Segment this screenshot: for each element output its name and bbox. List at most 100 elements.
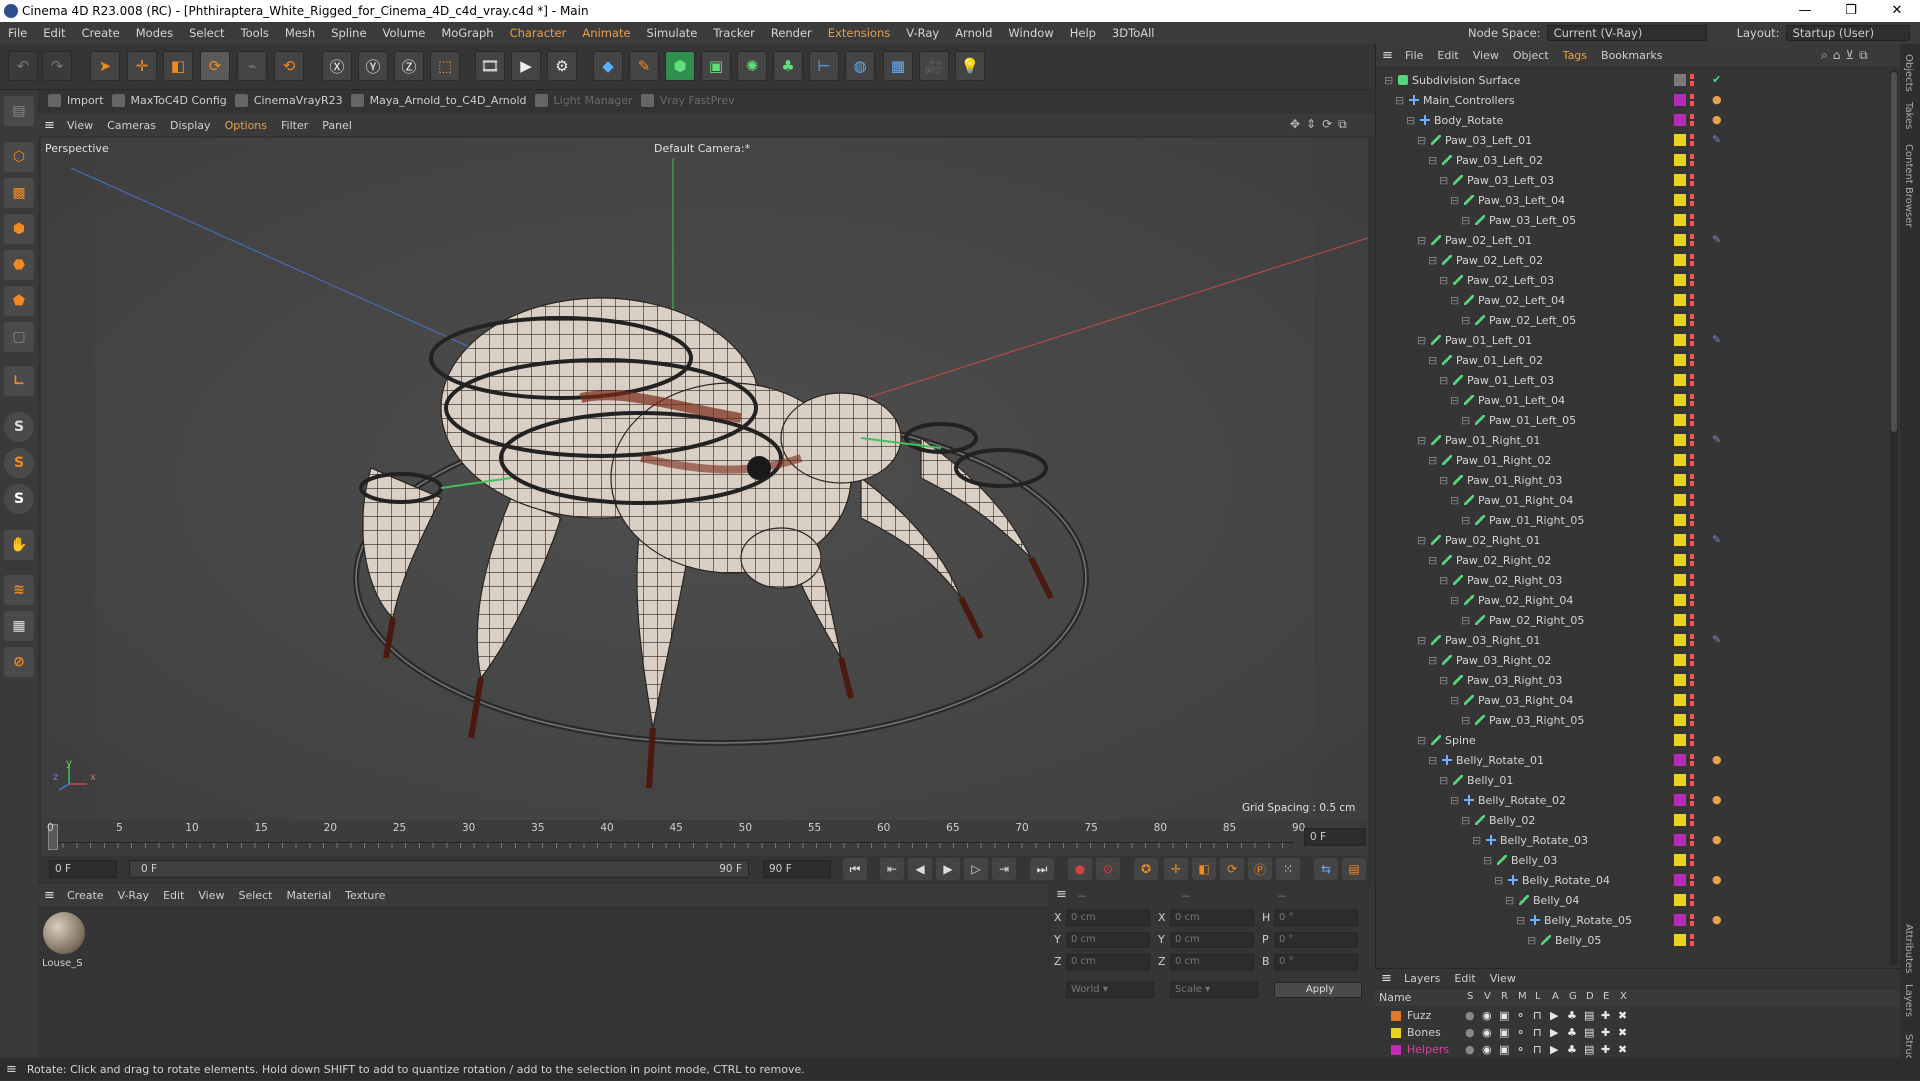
plugin-import[interactable]: Import <box>48 93 104 107</box>
layer-flag-toggle-icon[interactable]: ⚬ <box>1516 1043 1525 1056</box>
menu-volume[interactable]: Volume <box>375 26 434 40</box>
object-menu-object[interactable]: Object <box>1506 49 1556 62</box>
layer-color-swatch[interactable] <box>1674 374 1686 386</box>
object-name[interactable]: Belly_05 <box>1555 934 1601 947</box>
menu-create[interactable]: Create <box>74 26 128 40</box>
object-name[interactable]: Paw_03_Right_05 <box>1489 714 1584 727</box>
object-row[interactable]: ⊟ Paw_02_Left_05 <box>1376 310 1886 330</box>
layer-flag-toggle-icon[interactable]: ◉ <box>1482 1009 1492 1022</box>
key-pla-icon[interactable]: ⁙ <box>1276 858 1300 880</box>
object-menu-tags[interactable]: Tags <box>1556 49 1594 62</box>
expand-toggle-icon[interactable]: ⊟ <box>1527 934 1536 947</box>
object-name[interactable]: Belly_Rotate_05 <box>1544 914 1632 927</box>
layer-color-swatch[interactable] <box>1674 634 1686 646</box>
object-row[interactable]: ⊟ Paw_01_Right_05 <box>1376 510 1886 530</box>
visibility-dots-icon[interactable] <box>1690 574 1694 586</box>
object-name[interactable]: Paw_02_Left_04 <box>1478 294 1565 307</box>
extrude-generator-icon[interactable]: ▣ <box>701 51 731 81</box>
z-axis-lock-icon[interactable]: Ⓩ <box>394 51 424 81</box>
object-row[interactable]: ⊟ Belly_05 <box>1376 930 1886 950</box>
layer-menu-layers[interactable]: Layers <box>1397 972 1447 985</box>
coord-rotation-field[interactable]: 0 ° <box>1274 910 1358 926</box>
object-row[interactable]: ⊟ Paw_02_Left_03 <box>1376 270 1886 290</box>
visibility-dots-icon[interactable] <box>1690 94 1694 106</box>
object-row[interactable]: ⊟ Paw_02_Right_04 <box>1376 590 1886 610</box>
autokey-icon[interactable]: ⊙ <box>1096 858 1120 880</box>
motion-system-icon[interactable]: ⇆ <box>1314 858 1338 880</box>
edges-mode-icon[interactable]: ⬣ <box>4 250 34 280</box>
subdivision-surface-icon[interactable]: ⬢ <box>665 51 695 81</box>
object-row[interactable]: ⊟ Belly_Rotate_05 ● <box>1376 910 1886 930</box>
object-name[interactable]: Paw_01_Right_04 <box>1478 494 1573 507</box>
coord-size-field[interactable]: 0 cm <box>1170 910 1254 926</box>
viewport-projection-label[interactable]: Perspective <box>45 142 109 155</box>
object-row[interactable]: ⊟ Paw_01_Right_02 <box>1376 450 1886 470</box>
visibility-dots-icon[interactable] <box>1690 374 1694 386</box>
layer-color-swatch[interactable] <box>1674 714 1686 726</box>
layer-name[interactable]: Helpers <box>1407 1043 1449 1056</box>
layer-color-swatch[interactable] <box>1674 434 1686 446</box>
object-name[interactable]: Paw_03_Right_03 <box>1467 674 1562 687</box>
layer-color-swatch[interactable] <box>1674 394 1686 406</box>
visibility-dots-icon[interactable] <box>1690 474 1694 486</box>
object-name[interactable]: Paw_02_Right_04 <box>1478 594 1573 607</box>
tweak-mode-icon[interactable]: ✋ <box>4 530 34 560</box>
object-row[interactable]: ⊟ Spine <box>1376 730 1886 750</box>
menu-simulate[interactable]: Simulate <box>639 26 706 40</box>
visibility-dots-icon[interactable] <box>1690 154 1694 166</box>
apply-button[interactable]: Apply <box>1274 982 1362 998</box>
expand-toggle-icon[interactable]: ⊟ <box>1439 574 1448 587</box>
layer-color-swatch[interactable] <box>1674 154 1686 166</box>
layer-color-swatch[interactable] <box>1674 214 1686 226</box>
check-tag-icon[interactable]: ✔ <box>1712 73 1721 86</box>
layer-color-swatch[interactable] <box>1674 274 1686 286</box>
layer-name[interactable]: Fuzz <box>1407 1009 1431 1022</box>
minimize-button[interactable]: — <box>1782 0 1828 22</box>
next-key-icon[interactable]: ⇥ <box>992 858 1016 880</box>
object-name[interactable]: Belly_Rotate_01 <box>1456 754 1544 767</box>
visibility-dots-icon[interactable] <box>1690 114 1694 126</box>
object-row[interactable]: ⊟ Belly_04 <box>1376 890 1886 910</box>
layer-color-swatch[interactable] <box>1674 614 1686 626</box>
layer-flag-toggle-icon[interactable]: ▶ <box>1550 1009 1558 1022</box>
layer-flag-toggle-icon[interactable]: ▶ <box>1550 1043 1558 1056</box>
expand-toggle-icon[interactable]: ⊟ <box>1450 594 1459 607</box>
layer-flag-toggle-icon[interactable]: ▤ <box>1584 1009 1594 1022</box>
expand-toggle-icon[interactable]: ⊟ <box>1472 834 1481 847</box>
menu-render[interactable]: Render <box>763 26 820 40</box>
layer-menu-view[interactable]: View <box>1483 972 1523 985</box>
visibility-dots-icon[interactable] <box>1690 594 1694 606</box>
layer-row[interactable]: Fuzz ● ◉ ▣ ⚬ ⊓ ▶ ♣ ▤ ✚ ✖ <box>1375 1008 1895 1025</box>
layer-color-swatch[interactable] <box>1674 574 1686 586</box>
coord-position-field[interactable]: 0 cm <box>1066 954 1150 970</box>
layer-flag-toggle-icon[interactable]: ▤ <box>1584 1026 1594 1039</box>
layer-color-swatch[interactable] <box>1674 254 1686 266</box>
expand-toggle-icon[interactable]: ⊟ <box>1461 414 1470 427</box>
material-menu-edit[interactable]: Edit <box>156 889 191 902</box>
cube-icon[interactable]: ◆ <box>593 51 623 81</box>
menu-tools[interactable]: Tools <box>233 26 277 40</box>
layer-flag-toggle-icon[interactable]: ▣ <box>1499 1009 1509 1022</box>
layer-color-swatch[interactable] <box>1674 734 1686 746</box>
visibility-dots-icon[interactable] <box>1690 654 1694 666</box>
protection-tag-icon[interactable]: ● <box>1712 873 1722 886</box>
object-menu-file[interactable]: File <box>1398 49 1430 62</box>
end-frame-field[interactable]: 90 F <box>763 860 831 878</box>
object-name[interactable]: Belly_04 <box>1533 894 1579 907</box>
expand-toggle-icon[interactable]: ⊟ <box>1428 454 1437 467</box>
object-name[interactable]: Paw_01_Right_01 <box>1445 434 1540 447</box>
menu-spline[interactable]: Spline <box>323 26 374 40</box>
object-row[interactable]: ⊟ Paw_02_Right_05 <box>1376 610 1886 630</box>
object-row[interactable]: ⊟ Paw_01_Left_01 ✎ <box>1376 330 1886 350</box>
array-icon[interactable]: ✺ <box>737 51 767 81</box>
layer-color-swatch[interactable] <box>1674 234 1686 246</box>
scrollbar-thumb[interactable] <box>1891 72 1897 432</box>
key-position-icon[interactable]: ✛ <box>1164 858 1188 880</box>
layer-color-swatch[interactable] <box>1674 194 1686 206</box>
visibility-dots-icon[interactable] <box>1690 834 1694 846</box>
object-name[interactable]: Paw_03_Right_04 <box>1478 694 1573 707</box>
object-name[interactable]: Paw_03_Left_03 <box>1467 174 1554 187</box>
menu-edit[interactable]: Edit <box>35 26 73 40</box>
viewport-menu-options[interactable]: Options <box>218 119 274 132</box>
points-mode-icon[interactable]: ⬢ <box>4 214 34 244</box>
